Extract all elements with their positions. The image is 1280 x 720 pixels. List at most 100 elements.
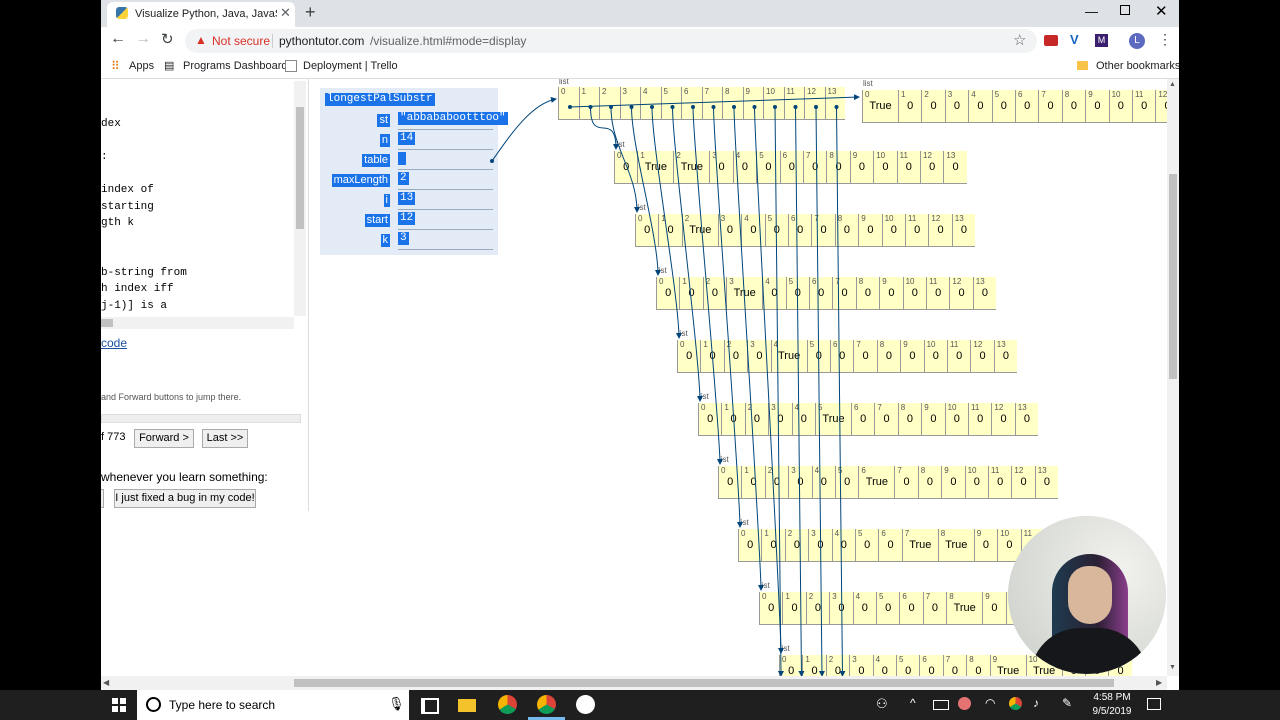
- back-icon[interactable]: ←: [110, 30, 126, 48]
- clock-date[interactable]: 9/5/2019: [1090, 706, 1134, 717]
- notifications-icon[interactable]: [1147, 698, 1161, 710]
- cell-value: 0: [791, 602, 798, 614]
- cell-value: 0: [858, 665, 865, 676]
- cell-value: True: [689, 224, 712, 236]
- list-cell: 120: [1011, 466, 1035, 499]
- microphone-icon[interactable]: 🎙: [388, 696, 405, 712]
- list-cell: 70: [803, 151, 827, 184]
- list-cell: 120: [970, 340, 994, 373]
- tray-chevron-icon[interactable]: ^: [910, 696, 916, 710]
- page-horizontal-scrollbar[interactable]: ◀ ▶: [101, 676, 1167, 690]
- file-explorer-icon[interactable]: [458, 699, 476, 712]
- cell-index: 0: [561, 87, 566, 96]
- list-cell: 00: [779, 655, 803, 676]
- task-view-icon[interactable]: [421, 698, 439, 714]
- address-bar[interactable]: ▲ Not secure pythontutor.com /visualize.…: [185, 29, 1037, 53]
- cell-index: 1: [724, 403, 729, 412]
- cell-index: 13: [1017, 403, 1027, 412]
- list-cell: 30: [717, 214, 742, 247]
- list-cell: 70: [832, 277, 856, 310]
- profile-avatar[interactable]: L: [1129, 33, 1145, 49]
- bookmark-deployment-trello[interactable]: Deployment | Trello: [303, 60, 398, 72]
- cell-index: 1: [785, 592, 790, 601]
- cell-value: 0: [911, 287, 918, 299]
- cell-value: 0: [800, 413, 807, 425]
- outer-list-cell: 8: [722, 87, 743, 120]
- tab-close-icon[interactable]: ✕: [280, 5, 291, 21]
- menu-icon[interactable]: ⋮: [1158, 31, 1172, 48]
- minimize-icon[interactable]: —: [1085, 4, 1098, 19]
- list-cell: 100: [1108, 90, 1132, 123]
- scroll-up-icon[interactable]: ▲: [1169, 81, 1176, 88]
- list-cell: 120: [928, 214, 952, 247]
- list-cell: 110: [988, 466, 1012, 499]
- reload-icon[interactable]: ↻: [161, 30, 174, 48]
- page-vertical-scrollbar[interactable]: ▲ ▼: [1167, 79, 1179, 676]
- list-cell: 70: [874, 403, 898, 436]
- cell-index: 0: [638, 214, 643, 223]
- browser-tab[interactable]: Visualize Python, Java, JavaScript ✕: [107, 2, 295, 27]
- cell-value: 0: [770, 539, 777, 551]
- bookmark-programs-dashboard[interactable]: Programs Dashboard: [183, 60, 288, 72]
- tray-app-icon[interactable]: [958, 697, 971, 710]
- people-icon[interactable]: ⚇: [876, 696, 888, 712]
- cell-index: 7: [835, 277, 840, 286]
- cell-value: True: [945, 539, 968, 551]
- forward-icon[interactable]: →: [135, 30, 151, 48]
- scroll-right-icon[interactable]: ▶: [1156, 678, 1162, 687]
- page-vscroll-thumb[interactable]: [1169, 174, 1177, 379]
- outer-list-cell: 7: [701, 87, 722, 120]
- taskbar-search[interactable]: Type here to search 🎙: [137, 690, 409, 720]
- list-cell: 130: [1014, 403, 1039, 436]
- wifi-icon[interactable]: ◠: [985, 696, 995, 710]
- cell-value: 0: [905, 161, 912, 173]
- clock-time[interactable]: 4:58 PM: [1093, 692, 1131, 703]
- chrome-icon[interactable]: [498, 695, 517, 714]
- page-hscroll-thumb[interactable]: [294, 679, 1114, 687]
- cell-value: 0: [811, 665, 818, 676]
- cell-index: 11: [899, 151, 908, 160]
- window-close-icon[interactable]: ✕: [1155, 2, 1168, 20]
- list-cell: 70: [853, 340, 877, 373]
- extension-m-icon[interactable]: M: [1095, 34, 1108, 47]
- cell-value: 0: [1020, 476, 1027, 488]
- list-cell: 30: [944, 90, 969, 123]
- list-cell: 130: [1034, 466, 1059, 499]
- cell-index: 9: [985, 592, 990, 601]
- security-label[interactable]: Not secure: [212, 34, 270, 48]
- list-cell: 20: [702, 277, 727, 310]
- extension-v-icon[interactable]: V: [1070, 32, 1079, 47]
- cell-index: 8: [940, 529, 946, 538]
- bookmark-star-icon[interactable]: ☆: [1013, 31, 1026, 49]
- chrome-active-icon[interactable]: [537, 695, 556, 714]
- cell-value: 0: [935, 287, 942, 299]
- cell-value: 0: [667, 224, 674, 236]
- cell-index: 1: [703, 340, 708, 349]
- list-cell: 30: [709, 151, 733, 184]
- cell-value: 0: [834, 665, 842, 676]
- cell-value: 0: [909, 350, 916, 362]
- cell-index: 6: [854, 403, 859, 412]
- bookmark-apps[interactable]: Apps: [129, 60, 154, 72]
- other-bookmarks[interactable]: Other bookmarks: [1096, 60, 1179, 72]
- cell-value: 0: [973, 476, 980, 488]
- scroll-down-icon[interactable]: ▼: [1169, 664, 1176, 671]
- pen-icon[interactable]: ✎: [1062, 696, 1072, 710]
- cell-index: 5: [759, 151, 764, 160]
- search-input[interactable]: Type here to search: [169, 698, 275, 712]
- list-cell: 20: [805, 592, 830, 625]
- maximize-icon[interactable]: [1120, 5, 1130, 15]
- windows-start-icon[interactable]: [112, 698, 126, 712]
- extension-red-icon[interactable]: [1044, 35, 1058, 46]
- scroll-left-icon[interactable]: ◀: [103, 678, 109, 687]
- volume-icon[interactable]: ♪: [1033, 696, 1039, 710]
- cell-value: True: [865, 476, 888, 488]
- cell-value: 0: [1023, 413, 1031, 425]
- list-cell: 70: [1038, 90, 1062, 123]
- new-tab-icon[interactable]: +: [305, 2, 316, 23]
- slack-icon[interactable]: [576, 695, 595, 714]
- tray-chrome-icon[interactable]: [1009, 697, 1022, 710]
- list-cell: 40: [872, 655, 896, 676]
- cell-value: 0: [788, 665, 795, 676]
- webcam-overlay: [1008, 516, 1166, 674]
